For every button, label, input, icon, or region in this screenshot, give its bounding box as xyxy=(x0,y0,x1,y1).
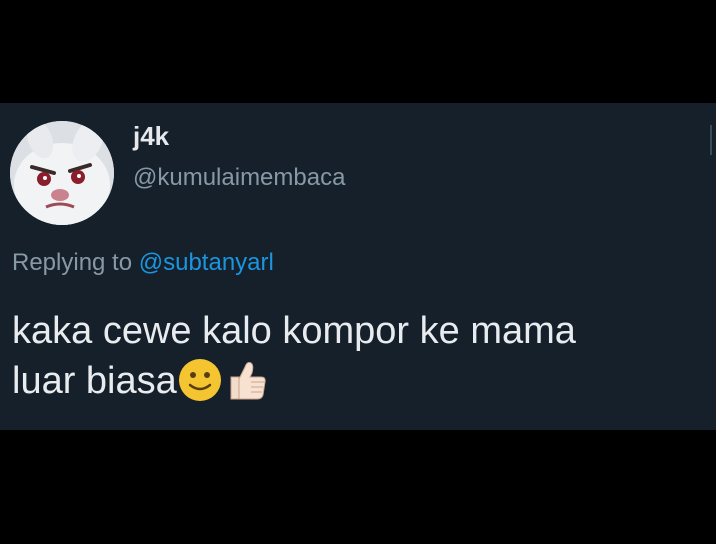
tweet-text-line-2: luar biasa xyxy=(12,356,712,406)
tweet-text: kaka cewe kalo kompor ke mama luar biasa xyxy=(12,306,712,406)
slightly-smiling-face-icon xyxy=(177,357,223,403)
tweet-text-line-1: kaka cewe kalo kompor ke mama xyxy=(12,310,576,352)
more-options-icon[interactable] xyxy=(710,125,716,155)
user-handle[interactable]: @kumulaimembaca xyxy=(133,166,345,190)
avatar[interactable] xyxy=(10,121,114,225)
tweet-text-line-2-words: luar biasa xyxy=(12,360,177,402)
replying-to-line: Replying to @subtanyarl xyxy=(12,251,274,275)
bunny-avatar-icon xyxy=(10,121,114,225)
screenshot-frame: j4k @kumulaimembaca Replying to @subtany… xyxy=(0,0,716,544)
thumbs-up-light-skin-icon xyxy=(223,357,271,403)
display-name[interactable]: j4k xyxy=(133,123,169,149)
replying-to-label: Replying to xyxy=(12,249,133,276)
reply-handle-link[interactable]: @subtanyarl xyxy=(139,249,274,276)
tweet-card[interactable]: j4k @kumulaimembaca Replying to @subtany… xyxy=(0,103,716,430)
